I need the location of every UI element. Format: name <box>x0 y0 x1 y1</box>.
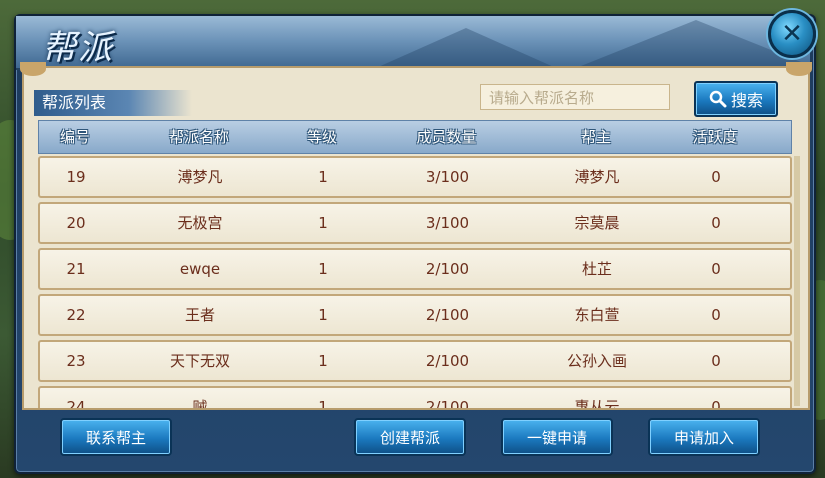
cell-id: 19 <box>66 168 86 186</box>
contact-leader-button[interactable]: 联系帮主 <box>60 418 172 456</box>
table-row[interactable]: 21 ewqe 1 2/100 杜芷 0 <box>38 248 792 290</box>
cell-leader: 惠从云 <box>574 398 620 408</box>
create-guild-button[interactable]: 创建帮派 <box>354 418 466 456</box>
title-bar: 帮派 <box>16 16 810 70</box>
search-icon <box>709 90 727 108</box>
search-button[interactable]: 搜索 <box>694 81 778 117</box>
cell-guild-name: 王者 <box>184 306 215 324</box>
cell-guild-name: 天下无双 <box>169 352 230 370</box>
table-header: 编号 帮派名称 等级 成员数量 帮主 活跃度 <box>38 120 792 154</box>
table-row[interactable]: 23 天下无双 1 2/100 公孙入画 0 <box>38 340 792 382</box>
scrollbar[interactable] <box>794 156 800 406</box>
table-row[interactable]: 20 无极宫 1 3/100 宗莫晨 0 <box>38 202 792 244</box>
cell-member-count: 3/100 <box>425 168 470 186</box>
close-icon: ✕ <box>781 19 803 49</box>
cell-guild-name: 无极宫 <box>177 214 223 232</box>
cell-activity: 0 <box>711 352 721 370</box>
cell-activity: 0 <box>711 214 721 232</box>
header-guild-name: 帮派名称 <box>168 128 229 146</box>
header-member-count: 成员数量 <box>416 128 477 146</box>
header-level: 等级 <box>306 128 337 146</box>
cell-level: 1 <box>318 214 328 232</box>
cell-leader: 公孙入画 <box>566 352 627 370</box>
search-input[interactable]: 请输入帮派名称 <box>480 84 670 110</box>
table-row[interactable]: 22 王者 1 2/100 东白萱 0 <box>38 294 792 336</box>
cell-activity: 0 <box>711 260 721 278</box>
header-activity: 活跃度 <box>692 128 738 146</box>
cell-level: 1 <box>318 168 328 186</box>
apply-join-button[interactable]: 申请加入 <box>648 418 760 456</box>
cell-guild-name: ewqe <box>179 260 221 278</box>
table-row[interactable]: 24 贼 1 2/100 惠从云 0 <box>38 386 792 408</box>
cell-guild-name: 贼 <box>192 398 208 408</box>
cell-id: 24 <box>66 398 86 408</box>
cell-id: 22 <box>66 306 86 324</box>
cell-activity: 0 <box>711 306 721 324</box>
cell-member-count: 3/100 <box>425 214 470 232</box>
cell-level: 1 <box>318 352 328 370</box>
cell-id: 21 <box>66 260 86 278</box>
cell-leader: 东白萱 <box>574 306 620 324</box>
list-title: 帮派列表 <box>34 90 192 116</box>
cell-id: 20 <box>66 214 86 232</box>
table-row[interactable]: 19 溥梦凡 1 3/100 溥梦凡 0 <box>38 156 792 198</box>
mountain-decoration <box>376 28 556 68</box>
cell-level: 1 <box>318 306 328 324</box>
guild-table-body[interactable]: 19 溥梦凡 1 3/100 溥梦凡 0 20 无极宫 1 3/100 宗莫晨 … <box>38 156 792 408</box>
cell-activity: 0 <box>711 168 721 186</box>
cell-leader: 宗莫晨 <box>574 214 620 232</box>
header-id: 编号 <box>59 128 90 146</box>
cell-id: 23 <box>66 352 86 370</box>
cell-activity: 0 <box>711 398 721 408</box>
cell-member-count: 2/100 <box>425 306 470 324</box>
cell-leader: 杜芷 <box>581 260 612 278</box>
search-button-label: 搜索 <box>730 91 763 110</box>
dialog-title: 帮派 <box>42 28 114 68</box>
cell-member-count: 2/100 <box>425 260 470 278</box>
quick-apply-button[interactable]: 一键申请 <box>501 418 613 456</box>
cell-member-count: 2/100 <box>425 352 470 370</box>
cell-guild-name: 溥梦凡 <box>177 168 223 186</box>
cell-level: 1 <box>318 398 328 408</box>
cell-leader: 溥梦凡 <box>574 168 620 186</box>
close-button[interactable]: ✕ <box>768 10 816 58</box>
cell-level: 1 <box>318 260 328 278</box>
cell-member-count: 2/100 <box>425 398 470 408</box>
header-leader: 帮主 <box>580 128 611 146</box>
